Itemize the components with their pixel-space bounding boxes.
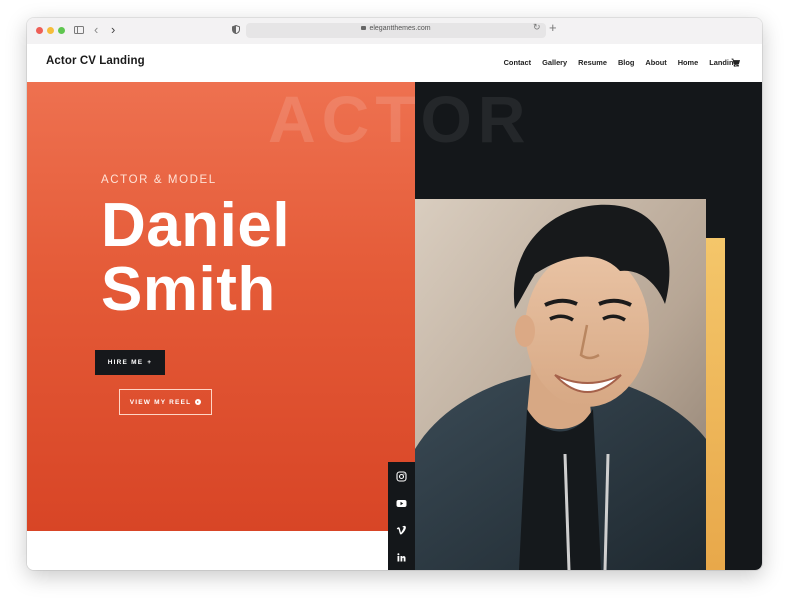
- maximize-window-button[interactable]: [58, 27, 65, 34]
- browser-window: ‹ › elegantthemes.com ↻ + Actor CV Landi…: [27, 18, 762, 570]
- url-text: elegantthemes.com: [246, 25, 546, 32]
- gold-accent-bar: [705, 238, 725, 570]
- menu-item-home[interactable]: Home: [678, 58, 699, 67]
- site-logo[interactable]: Actor CV Landing: [46, 55, 145, 67]
- hero-name-last: Smith: [101, 255, 276, 324]
- hero-name-first: Daniel: [101, 191, 291, 260]
- site-header: Actor CV Landing Contact Gallery Resume …: [27, 44, 762, 82]
- hire-me-button[interactable]: HIRE ME +: [95, 350, 165, 375]
- watermark-text-dark: ACTOR: [415, 82, 532, 156]
- menu-item-about[interactable]: About: [645, 58, 666, 67]
- hero-bottom-strip: [27, 531, 415, 570]
- lock-icon: [361, 26, 367, 30]
- watermark-text: ACTOR: [268, 82, 415, 156]
- main-menu: Contact Gallery Resume Blog About Home L…: [504, 58, 738, 67]
- menu-item-contact[interactable]: Contact: [504, 58, 532, 67]
- portrait-illustration: [415, 199, 706, 570]
- menu-item-resume[interactable]: Resume: [578, 58, 607, 67]
- url-value: elegantthemes.com: [369, 25, 431, 32]
- close-window-button[interactable]: [36, 27, 43, 34]
- hire-me-label: HIRE ME: [107, 359, 144, 366]
- linkedin-icon[interactable]: [396, 552, 407, 563]
- address-bar[interactable]: elegantthemes.com: [246, 23, 546, 38]
- minimize-window-button[interactable]: [47, 27, 54, 34]
- watermark-left: ACTOR: [268, 82, 415, 162]
- hero-subtitle: ACTOR & MODEL: [101, 174, 217, 186]
- hero-name: Daniel Smith: [101, 194, 290, 322]
- new-tab-icon[interactable]: +: [549, 20, 557, 35]
- sidebar-toggle-icon[interactable]: [74, 26, 84, 34]
- menu-item-blog[interactable]: Blog: [618, 58, 634, 67]
- actor-portrait: [415, 199, 706, 570]
- back-arrow-icon[interactable]: ‹: [94, 23, 98, 37]
- shield-icon[interactable]: [232, 25, 240, 34]
- cart-icon[interactable]: [731, 58, 740, 67]
- youtube-icon[interactable]: [396, 498, 407, 509]
- hero-section: ACTOR ACTOR ACTOR & MODEL Daniel Smith H…: [27, 82, 762, 570]
- plus-icon: +: [147, 359, 153, 366]
- social-bar: [388, 462, 415, 570]
- view-reel-button[interactable]: VIEW MY REEL: [119, 389, 212, 415]
- reload-icon[interactable]: ↻: [533, 22, 541, 33]
- browser-toolbar: ‹ › elegantthemes.com ↻ +: [27, 18, 762, 45]
- watermark-right: ACTOR: [415, 82, 615, 162]
- vimeo-icon[interactable]: [396, 525, 407, 536]
- play-circle-icon: [195, 399, 202, 405]
- view-reel-label: VIEW MY REEL: [129, 398, 192, 406]
- forward-arrow-icon[interactable]: ›: [111, 23, 115, 37]
- instagram-icon[interactable]: [396, 471, 407, 482]
- menu-item-gallery[interactable]: Gallery: [542, 58, 567, 67]
